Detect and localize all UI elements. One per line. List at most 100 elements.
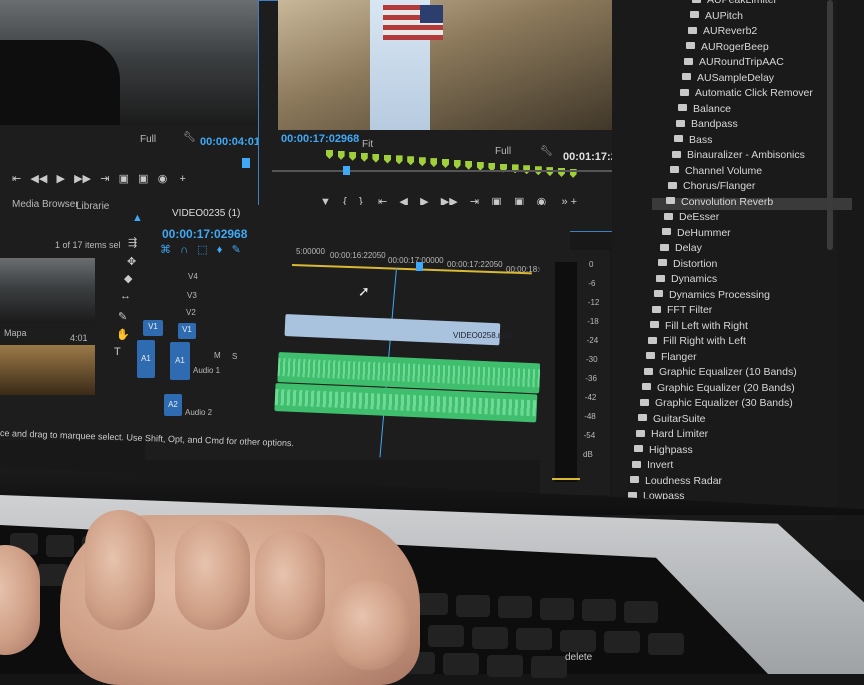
effect-item[interactable]: Bass <box>674 134 712 146</box>
waveform <box>277 358 541 388</box>
razor-icon[interactable]: ◆ <box>124 272 132 285</box>
track-a1[interactable]: A1 <box>170 342 190 380</box>
sequence-name[interactable]: VIDEO0235 (1) <box>172 208 240 219</box>
keyboard-key[interactable] <box>582 599 616 621</box>
project-clip-thumbnail-2[interactable] <box>0 345 95 395</box>
wrench-icon[interactable]: 🔧︎ <box>183 132 196 143</box>
keyboard-key[interactable] <box>516 628 552 650</box>
keyboard-key[interactable] <box>604 631 640 653</box>
program-scrub-bar[interactable] <box>272 170 642 172</box>
video-clip-name: VIDEO0258.mp4 <box>453 331 514 340</box>
effect-item[interactable]: Automatic Click Remover <box>680 87 813 99</box>
source-transport[interactable]: ⇤ ◀◀ ▶ ▶▶ ⇥ ▣ ▣ ◉ + <box>12 172 186 185</box>
effect-item[interactable]: AUPitch <box>690 10 743 22</box>
selection-tool-icon[interactable]: ▲ <box>132 212 143 224</box>
effect-item[interactable]: GuitarSuite <box>638 413 706 425</box>
effect-item[interactable]: AUReverb2 <box>688 25 757 37</box>
keyboard-key[interactable] <box>456 594 490 617</box>
hand-icon[interactable]: ✋ <box>116 328 130 341</box>
source-tag-a2[interactable]: A2 <box>164 394 182 416</box>
pen-icon[interactable]: ✎ <box>118 310 127 323</box>
effect-item[interactable]: Delay <box>660 242 702 254</box>
effect-item-label: Bass <box>689 133 713 146</box>
folder-icon <box>632 460 641 468</box>
folder-icon <box>630 476 639 484</box>
wrench-icon[interactable]: 🔧︎ <box>540 146 553 157</box>
slip-icon[interactable]: ↔ <box>120 290 131 302</box>
effect-item[interactable]: Binauralizer - Ambisonics <box>672 149 805 161</box>
keyboard-key[interactable] <box>560 629 596 652</box>
tab-libraries[interactable]: Librarie <box>76 201 109 212</box>
effect-item[interactable]: Graphic Equalizer (30 Bands) <box>640 397 793 409</box>
effect-item[interactable]: Loudness Radar <box>630 475 722 487</box>
keyboard-key[interactable] <box>498 596 532 618</box>
keyboard-key[interactable] <box>487 654 523 677</box>
effect-item-label: AUPitch <box>705 9 743 22</box>
track-select-icon[interactable]: ⇶ <box>128 236 137 249</box>
keyboard-key[interactable] <box>46 534 74 557</box>
keyboard-key[interactable] <box>443 653 479 675</box>
effect-item[interactable]: Bandpass <box>676 118 738 130</box>
effect-item-label: Distortion <box>673 257 718 270</box>
keyboard-key[interactable] <box>624 600 658 623</box>
effect-item[interactable]: Balance <box>678 103 731 115</box>
type-icon[interactable]: T <box>114 346 121 358</box>
program-quality-select[interactable]: Full <box>495 146 511 157</box>
effect-item[interactable]: Distortion <box>658 258 717 270</box>
track-v3[interactable]: V3 <box>187 291 197 300</box>
delete-key-label[interactable]: delete <box>565 652 592 663</box>
track-mute-button[interactable]: M <box>214 351 221 360</box>
effect-item[interactable]: DeEsser <box>664 211 719 223</box>
effects-scrollbar[interactable] <box>827 0 833 250</box>
source-tag-v1[interactable]: V1 <box>143 320 163 336</box>
effect-item[interactable]: Channel Volume <box>670 165 762 177</box>
ruler-tick-2: 00:00:16:22050 <box>330 251 386 260</box>
effect-item[interactable]: Graphic Equalizer (20 Bands) <box>642 382 795 394</box>
effect-item[interactable]: Hard Limiter <box>636 428 708 440</box>
effect-item[interactable]: Dynamics Processing <box>654 289 770 301</box>
project-clip-thumbnail[interactable] <box>0 258 95 323</box>
effect-item[interactable]: Fill Right with Left <box>648 335 746 347</box>
folder-icon <box>678 104 687 112</box>
effect-item[interactable]: Invert <box>632 459 673 471</box>
keyboard-key[interactable] <box>472 626 508 649</box>
effect-item[interactable]: AURogerBeep <box>686 41 769 53</box>
effect-item-label: Delay <box>675 242 702 254</box>
effect-item-label: AURogerBeep <box>701 40 769 53</box>
track-solo-button[interactable]: S <box>232 352 237 361</box>
effect-item-label: AURoundTripAAC <box>699 56 784 68</box>
track-v1[interactable]: V1 <box>178 323 196 339</box>
keyboard-key[interactable] <box>540 597 574 620</box>
effect-item[interactable]: Dynamics <box>656 273 717 285</box>
ripple-edit-icon[interactable]: ✥ <box>127 255 136 268</box>
effect-item[interactable]: Flanger <box>646 351 697 363</box>
effect-item[interactable]: Convolution Reverb <box>666 196 773 208</box>
tab-media-browser[interactable]: Media Browser <box>12 199 79 210</box>
effect-item[interactable]: AUPeakLimiter <box>692 0 777 6</box>
effect-item-label: Channel Volume <box>685 164 763 177</box>
track-v2[interactable]: V2 <box>186 308 196 317</box>
effect-item[interactable]: Fill Left with Right <box>650 320 748 332</box>
effect-item[interactable]: FFT Filter <box>652 304 712 316</box>
keyboard-key[interactable] <box>428 625 464 647</box>
source-playhead[interactable] <box>242 158 250 168</box>
timeline-playhead[interactable] <box>416 262 423 271</box>
effect-item[interactable]: Graphic Equalizer (10 Bands) <box>644 366 797 378</box>
finger-index <box>85 510 155 630</box>
keyboard-key[interactable] <box>648 632 684 655</box>
program-fit-select[interactable]: Fit <box>362 139 373 150</box>
program-playhead[interactable] <box>343 166 350 175</box>
effect-item[interactable]: AURoundTripAAC <box>684 56 784 68</box>
finger-middle <box>175 520 250 630</box>
effect-item[interactable]: AUSampleDelay <box>682 72 774 84</box>
keyboard-key[interactable] <box>531 656 567 678</box>
timeline-toolbar-icons[interactable]: ⌘ ∩ ⬚ ♦ ✎ <box>160 243 241 256</box>
effect-item-label: Loudness Radar <box>645 474 723 487</box>
effect-item[interactable]: Highpass <box>634 444 693 456</box>
source-tag-a1[interactable]: A1 <box>137 340 155 378</box>
source-fit-select[interactable]: Full <box>140 134 156 145</box>
track-v4[interactable]: V4 <box>188 272 198 281</box>
effect-item-label: Bandpass <box>691 118 738 130</box>
effect-item[interactable]: DeHummer <box>662 227 731 239</box>
effect-item[interactable]: Chorus/Flanger <box>668 180 755 192</box>
